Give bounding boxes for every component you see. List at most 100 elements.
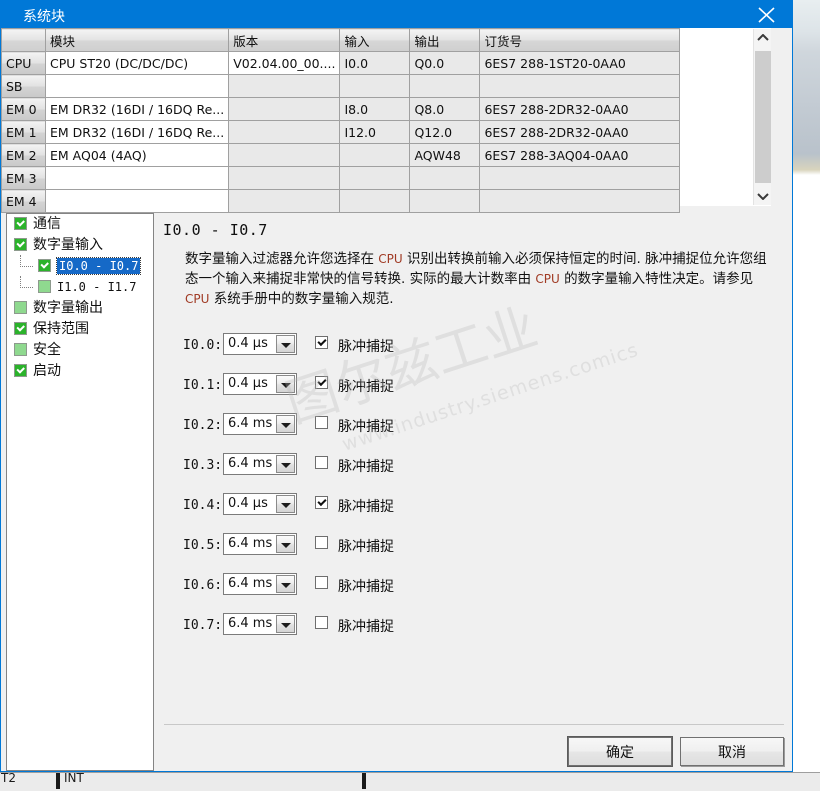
col-header-slot[interactable] [1,28,46,52]
ok-button[interactable]: 确定 [567,736,673,767]
pulse-catch-checkbox[interactable] [315,576,328,589]
cell-version[interactable] [228,97,341,121]
checkbox-checked-icon[interactable] [14,364,27,377]
cell-output[interactable]: Q12.0 [409,120,481,144]
col-header-module[interactable]: 模块 [44,28,230,52]
col-header-input[interactable]: 输入 [339,28,411,52]
cell-slot[interactable]: CPU [1,51,46,75]
pulse-catch-checkbox[interactable] [315,536,328,549]
tree-item-1[interactable]: 数字量输入 [7,235,153,256]
col-header-version[interactable]: 版本 [228,28,341,52]
settings-tree[interactable]: 通信 数字量输入 I0.0 - I0.7 I1.0 - I1.7 数字量输出 保持范围 安全… [6,213,154,771]
cell-version[interactable] [228,189,341,213]
table-row[interactable]: SB [1,74,681,98]
cell-version[interactable] [228,166,341,190]
scroll-up-icon[interactable] [754,29,772,47]
cell-version[interactable]: V02.04.00_00.... [228,51,341,75]
cell-input[interactable] [339,189,411,213]
cell-slot[interactable]: EM 3 [1,166,46,190]
pulse-catch-label[interactable]: 脉冲捕捉 [338,496,394,516]
module-table-scrollbar[interactable] [753,29,772,205]
filter-time-select[interactable]: 6.4 ms [223,533,297,555]
pulse-catch-label[interactable]: 脉冲捕捉 [338,376,394,396]
table-row[interactable]: EM 2 EM AQ04 (4AQ) AQW48 6ES7 288-3AQ04-0AA… [1,143,681,167]
table-row[interactable]: EM 0 EM DR32 (16DI / 16DQ Re... I8.0 Q8.0 6E… [1,97,681,121]
checkbox-unchecked-icon[interactable] [14,343,27,356]
pulse-catch-checkbox[interactable] [315,496,328,509]
pulse-catch-label[interactable]: 脉冲捕捉 [338,336,394,356]
table-row[interactable]: EM 1 EM DR32 (16DI / 16DQ Re... I12.0 Q12.0… [1,120,681,144]
pulse-catch-checkbox[interactable] [315,336,328,349]
cancel-button[interactable]: 取消 [680,737,784,766]
cell-slot[interactable]: EM 1 [1,120,46,144]
scrollbar-thumb[interactable] [755,51,771,183]
col-header-order[interactable]: 订货号 [479,28,681,52]
cell-order[interactable] [479,189,681,213]
chevron-down-icon[interactable] [276,335,295,353]
cell-order[interactable]: 6ES7 288-3AQ04-0AA0 [479,143,681,167]
scroll-down-icon[interactable] [754,187,772,205]
cell-output[interactable] [409,166,481,190]
cell-module[interactable]: EM AQ04 (4AQ) [44,143,230,167]
chevron-down-icon[interactable] [276,575,295,593]
cell-module[interactable]: CPU ST20 (DC/DC/DC) [44,51,230,75]
filter-time-select[interactable]: 6.4 ms [223,413,297,435]
cell-output[interactable]: Q0.0 [409,51,481,75]
cell-order[interactable]: 6ES7 288-2DR32-0AA0 [479,97,681,121]
chevron-down-icon[interactable] [276,415,295,433]
chevron-down-icon[interactable] [276,615,295,633]
cell-input[interactable] [339,143,411,167]
table-row[interactable]: EM 3 [1,166,681,190]
col-header-output[interactable]: 输出 [409,28,481,52]
cell-slot[interactable]: EM 4 [1,189,46,213]
tree-item-2[interactable]: I0.0 - I0.7 [7,255,153,277]
checkbox-unchecked-icon[interactable] [14,301,27,314]
pulse-catch-label[interactable]: 脉冲捕捉 [338,536,394,556]
cell-order[interactable]: 6ES7 288-1ST20-0AA0 [479,51,681,75]
cell-version[interactable] [228,143,341,167]
pulse-catch-label[interactable]: 脉冲捕捉 [338,576,394,596]
cell-order[interactable] [479,74,681,98]
filter-time-select[interactable]: 6.4 ms [223,573,297,595]
tree-item-5[interactable]: 保持范围 [7,319,153,340]
tree-item-0[interactable]: 通信 [7,214,153,235]
tree-item-3[interactable]: I1.0 - I1.7 [7,276,153,298]
tree-item-6[interactable]: 安全 [7,340,153,361]
table-row[interactable]: EM 4 [1,189,681,213]
cell-input[interactable]: I12.0 [339,120,411,144]
cell-output[interactable] [409,189,481,213]
cell-input[interactable]: I0.0 [339,51,411,75]
filter-time-select[interactable]: 0.4 μs [223,373,297,395]
cell-output[interactable] [409,74,481,98]
chevron-down-icon[interactable] [276,455,295,473]
checkbox-unchecked-icon[interactable] [38,280,51,293]
checkbox-checked-icon[interactable] [14,322,27,335]
checkbox-checked-icon[interactable] [38,259,51,272]
filter-time-select[interactable]: 6.4 ms [223,453,297,475]
cell-output[interactable]: Q8.0 [409,97,481,121]
cell-slot[interactable]: EM 0 [1,97,46,121]
checkbox-checked-icon[interactable] [14,238,27,251]
cell-output[interactable]: AQW48 [409,143,481,167]
cell-module[interactable]: EM DR32 (16DI / 16DQ Re... [44,97,230,121]
cell-module[interactable]: EM DR32 (16DI / 16DQ Re... [44,120,230,144]
cell-module[interactable] [44,74,230,98]
close-icon[interactable] [744,1,790,28]
cell-input[interactable] [339,74,411,98]
checkbox-checked-icon[interactable] [14,217,27,230]
chevron-down-icon[interactable] [276,495,295,513]
pulse-catch-checkbox[interactable] [315,416,328,429]
pulse-catch-checkbox[interactable] [315,616,328,629]
cell-version[interactable] [228,74,341,98]
chevron-down-icon[interactable] [276,375,295,393]
pulse-catch-checkbox[interactable] [315,376,328,389]
filter-time-select[interactable]: 0.4 μs [223,333,297,355]
filter-time-select[interactable]: 0.4 μs [223,493,297,515]
pulse-catch-label[interactable]: 脉冲捕捉 [338,616,394,636]
filter-time-select[interactable]: 6.4 ms [223,613,297,635]
cell-module[interactable] [44,166,230,190]
background-window[interactable]: H [790,0,820,175]
cell-slot[interactable]: SB [1,74,46,98]
tree-item-7[interactable]: 启动 [7,361,153,382]
cell-version[interactable] [228,120,341,144]
